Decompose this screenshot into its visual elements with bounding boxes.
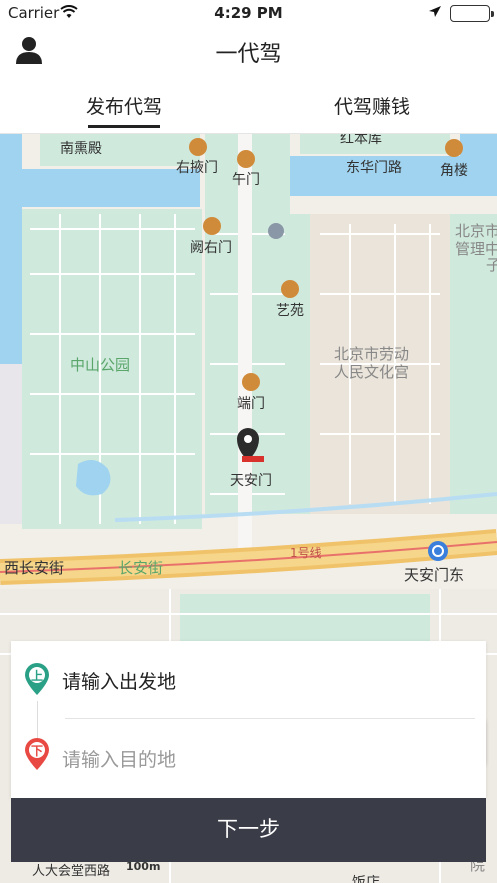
map-label: 子 — [486, 256, 497, 274]
map-label: 红本库 — [340, 134, 382, 147]
tab-label: 代驾赚钱 — [333, 96, 410, 118]
map-label: 1号线 — [290, 546, 322, 560]
map-label: 角楼 — [440, 163, 468, 179]
end-pin-icon: 下 — [23, 737, 51, 771]
map-label: 右掖门 — [176, 160, 218, 176]
map-label: 西长安街 — [4, 559, 65, 577]
tab-label: 发布代驾 — [85, 96, 162, 118]
location-arrow-icon — [428, 5, 442, 23]
map-label: 端门 — [237, 396, 265, 412]
tab-publish-driver[interactable]: 发布代驾 — [44, 92, 204, 128]
map-label: 艺苑 — [276, 303, 304, 319]
map-label: 饭店 — [352, 875, 380, 883]
start-location-placeholder: 请输入出发地 — [62, 671, 177, 693]
status-time: 4:29 PM — [214, 4, 283, 22]
tab-bar: 发布代驾 代驾赚钱 — [0, 76, 497, 134]
map-label: 人民文化宫 — [334, 363, 410, 381]
start-location-field[interactable]: 上 请输入出发地 — [11, 641, 486, 717]
destination-field[interactable]: 下 请输入目的地 — [11, 719, 486, 795]
map-label: 中山公园 — [70, 356, 131, 374]
destination-placeholder: 请输入目的地 — [62, 749, 177, 771]
map-label: 天安门东 — [404, 566, 465, 584]
tab-earn-money[interactable]: 代驾赚钱 — [292, 92, 452, 119]
address-card: 上 请输入出发地 下 请输入目的地 — [11, 641, 486, 798]
navigation-bar: 一代驾 — [0, 26, 497, 76]
start-pin-icon: 上 — [23, 662, 51, 696]
page-title: 一代驾 — [215, 42, 282, 67]
status-bar: Carrier 4:29 PM — [0, 0, 497, 26]
map-label: 东华门路 — [346, 160, 402, 176]
map-label: 南熏殿 — [60, 141, 102, 157]
map-label: 人大会堂西路 — [32, 864, 111, 879]
map-label: 午门 — [232, 172, 260, 188]
map-label: 天安门 — [230, 473, 272, 489]
battery-icon — [450, 5, 494, 22]
end-badge: 下 — [31, 744, 43, 758]
map-label: 阙右门 — [190, 240, 232, 256]
next-step-button[interactable]: 下一步 — [11, 798, 486, 862]
start-badge: 上 — [31, 668, 43, 683]
map-label: 长安街 — [118, 559, 164, 577]
active-tab-indicator — [88, 125, 160, 128]
